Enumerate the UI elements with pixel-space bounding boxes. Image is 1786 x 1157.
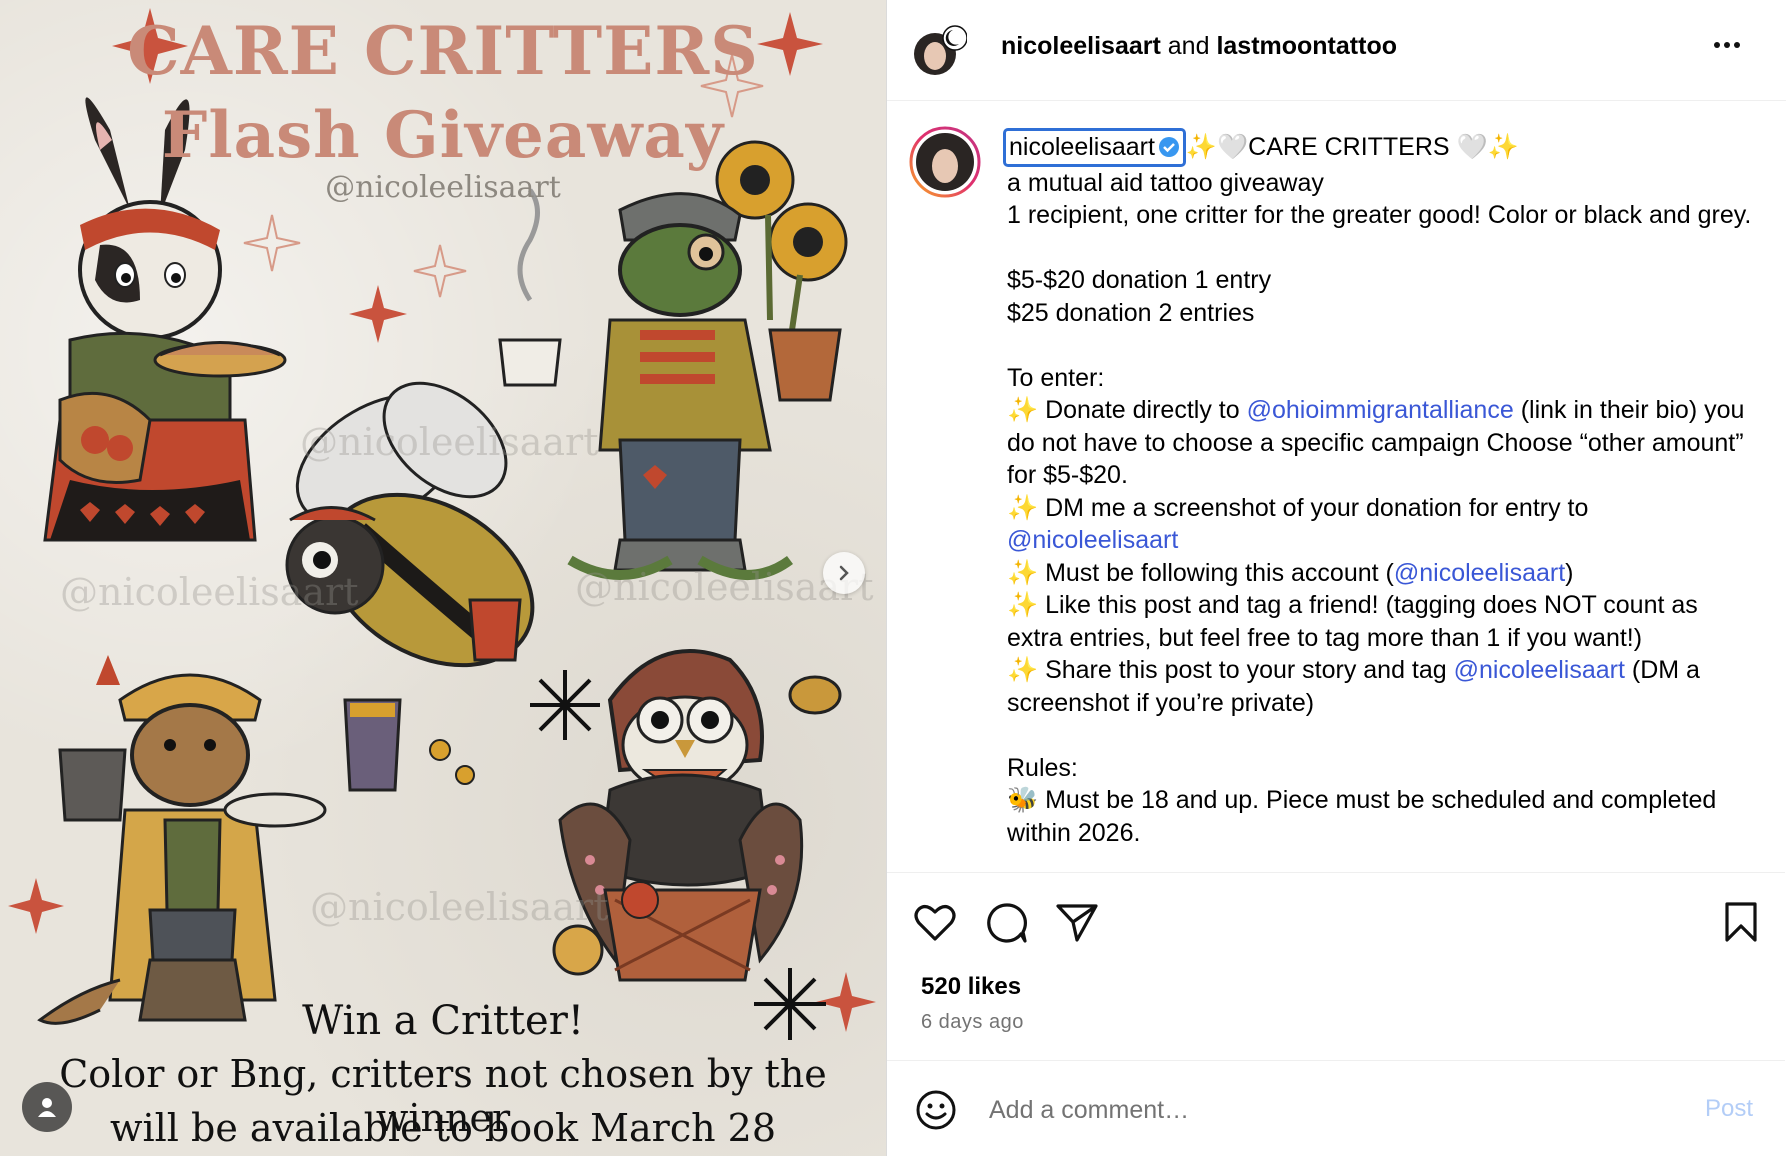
comment-input[interactable] [987,1089,1671,1131]
caption-section: nicoleelisaart ✨🤍CARE CRITTERS 🤍✨ a mutua… [887,100,1785,872]
likes-count[interactable]: 520 likes [921,973,1021,1001]
authors-joiner: and [1167,32,1210,60]
poster-caption-line: will be available to book March 28 [109,1106,777,1150]
caption-line: $5-$20 donation 1 entry [1007,266,1272,294]
frog-critter [498,140,848,580]
coauthor-username-link[interactable]: lastmoontattoo [1216,32,1397,60]
caption-text: nicoleelisaart ✨🤍CARE CRITTERS 🤍✨ a mutua… [1003,128,1757,849]
post-actions: 520 likes 6 days ago [887,872,1785,1058]
poster-subtitle: Flash Giveaway [161,98,725,173]
caption-text-segment: ✨ Share this post to your story and tag [1007,656,1454,684]
more-horizontal-icon[interactable] [1707,30,1747,60]
heart-icon[interactable] [913,903,957,943]
caption-username-text: nicoleelisaart [1009,133,1155,161]
post-comment-button[interactable]: Post [1705,1095,1753,1123]
post-image[interactable]: CARE CRITTERS Flash Giveaway @nicoleelis… [0,0,886,1156]
bookmark-icon[interactable] [1723,901,1759,943]
otter-critter [37,655,327,1025]
comment-bar: Post [887,1060,1785,1157]
caption-title: ✨🤍CARE CRITTERS 🤍✨ [1185,133,1519,161]
caption-text-segment: ✨ Must be following this account ( [1007,558,1394,587]
caption-line: 1 recipient, one critter for the greater… [1007,201,1752,229]
post-header: nicoleelisaart and lastmoontattoo [887,0,1786,101]
caption-text-segment: ✨ DM me a screenshot of your donation fo… [1007,493,1589,522]
caption-line: ✨ DM me a screenshot of your donation fo… [1007,492,1757,557]
poster-title: CARE CRITTERS [127,12,759,90]
watermark: @nicoleelisaart [300,420,599,464]
caption-line: ✨ Share this post to your story and tag … [1007,654,1757,719]
caption-username-link[interactable]: nicoleelisaart [1003,128,1186,167]
caption-avatar[interactable] [909,126,981,198]
chevron-right-icon [839,565,849,581]
mention-link[interactable]: @nicoleelisaart [1007,526,1178,554]
poster-handle: @nicoleelisaart [325,170,561,205]
author-username-link[interactable]: nicoleelisaart [1001,32,1161,60]
watermark: @nicoleelisaart [310,885,609,929]
user-icon [38,1098,56,1117]
tagged-users-button[interactable] [22,1082,72,1132]
caption-line: Rules: [1007,753,1078,782]
caption-line: To enter: [1007,363,1105,392]
verified-badge-icon [1158,137,1179,157]
caption-text-segment: ✨ Donate directly to [1007,396,1247,424]
post-details-panel: nicoleelisaart and lastmoontattoo nicole… [886,0,1786,1156]
post-timestamp[interactable]: 6 days ago [921,1011,1024,1034]
mention-link[interactable]: @ohioimmigrantalliance [1247,396,1514,424]
poster-caption-line: Win a Critter! [302,998,584,1044]
mention-link[interactable]: @nicoleelisaart [1454,656,1625,684]
author-avatar[interactable] [913,24,967,78]
caption-text-segment: ) [1565,558,1574,587]
caption-line: ✨ Donate directly to @ohioimmigrantallia… [1007,394,1757,492]
emoji-icon[interactable] [915,1089,957,1131]
instagram-post-modal: CARE CRITTERS Flash Giveaway @nicoleelis… [0,0,1786,1156]
caption-line: 🐝 Must be 18 and up. Piece must be sched… [1007,786,1717,847]
caption-line: ✨ Must be following this account (@nicol… [1007,557,1757,590]
send-icon[interactable] [1055,901,1099,943]
comment-icon[interactable] [985,901,1029,945]
owl-critter [552,649,842,982]
caption-line: a mutual aid tattoo giveaway [1007,168,1324,197]
caption-line: $25 donation 2 entries [1007,298,1255,327]
watermark: @nicoleelisaart [60,570,359,614]
post-authors: nicoleelisaart and lastmoontattoo [1001,32,1397,61]
caption-line: ✨ Like this post and tag a friend! (tagg… [1007,591,1698,652]
mention-link[interactable]: @nicoleelisaart [1394,559,1565,587]
next-image-button[interactable] [823,552,865,594]
